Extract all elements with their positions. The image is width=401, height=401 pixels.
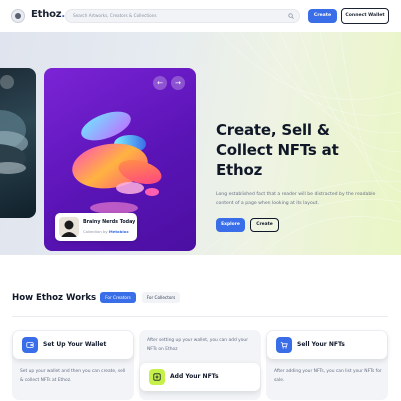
step-description: Set up your wallet and then you can crea… — [20, 369, 126, 383]
search-input[interactable]: Search Artworks, Creators & Collections — [65, 9, 300, 23]
wallet-icon — [22, 337, 38, 353]
hero-create-button[interactable]: Create — [250, 218, 279, 232]
create-button[interactable]: Create — [308, 9, 337, 23]
featured-nft-badge[interactable]: Brainy Nerds Today Collection by Metablo… — [55, 213, 137, 241]
explore-button[interactable]: Explore — [216, 218, 245, 232]
logo-text[interactable]: Ethoz. — [31, 9, 65, 20]
step-card-sell-nfts[interactable]: Sell Your NFTs After adding your NFTs, y… — [266, 330, 388, 400]
arrow-left-icon[interactable] — [0, 75, 14, 89]
step-title: Add Your NFTs — [170, 373, 219, 380]
step-header: Add Your NFTs — [140, 363, 260, 391]
logo-icon[interactable] — [11, 9, 25, 23]
nft-card-previous[interactable] — [0, 68, 36, 218]
hero-description: Long established fact that a reader will… — [216, 192, 376, 206]
avatar — [59, 217, 79, 237]
tab-for-creators[interactable]: For Creators — [100, 292, 136, 303]
top-navbar: Ethoz. Search Artworks, Creators & Colle… — [0, 0, 401, 32]
search-placeholder: Search Artworks, Creators & Collections — [73, 13, 157, 18]
featured-nft-title: Brainy Nerds Today — [83, 220, 136, 225]
step-description: After adding your NFTs, you can list you… — [274, 369, 382, 383]
collection-owner-link[interactable]: Metablox — [109, 229, 129, 234]
connect-wallet-button[interactable]: Connect Wallet — [341, 8, 389, 24]
nft-artwork-image — [0, 110, 28, 174]
search-icon — [288, 13, 294, 19]
tab-for-collectors[interactable]: For Collectors — [142, 292, 180, 303]
step-title: Sell Your NFTs — [297, 341, 345, 348]
hero-section: ← → Brainy Nerds Today Collection by Met… — [0, 32, 401, 255]
step-header: Set Up Your Wallet — [13, 331, 133, 359]
hero-title: Create, Sell & Collect NFTs at Ethoz — [216, 121, 339, 179]
step-header: Sell Your NFTs — [267, 331, 387, 359]
step-card-setup-wallet[interactable]: Set Up Your Wallet Set up your wallet an… — [12, 330, 134, 400]
step-card-add-nfts[interactable]: After setting up your wallet, you can ad… — [139, 330, 261, 400]
divider — [12, 316, 388, 317]
step-title: Set Up Your Wallet — [43, 341, 107, 348]
arrow-left-icon[interactable]: ← — [153, 76, 167, 90]
featured-nft-collection: Collection by Metablox — [83, 229, 129, 234]
add-icon — [149, 369, 165, 385]
step-description: After setting up your wallet, you can ad… — [147, 338, 249, 352]
arrow-right-icon[interactable]: → — [171, 76, 185, 90]
cart-icon — [276, 337, 292, 353]
creator-avatar-icon — [61, 220, 77, 237]
section-title: How Ethoz Works — [12, 293, 97, 303]
